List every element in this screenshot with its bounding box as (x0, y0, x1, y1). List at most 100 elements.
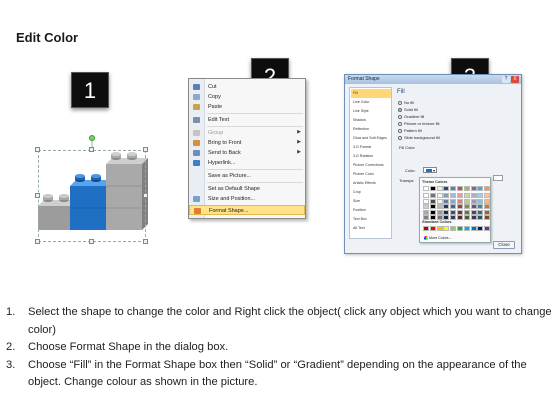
resize-handle-w[interactable] (35, 193, 40, 198)
menu-item-size-position[interactable]: Size and Position... (189, 194, 305, 204)
nav-item-crop[interactable]: Crop (351, 188, 391, 197)
nav-item-artistic-effects[interactable]: Artistic Effects (351, 179, 391, 188)
theme-color-swatch[interactable] (470, 209, 477, 215)
option-pattern-fill[interactable]: Pattern fill (398, 128, 422, 133)
menu-item-bring-to-front[interactable]: Bring to Front ▶ (189, 138, 305, 148)
color-picker-button[interactable]: ▾ (423, 167, 437, 173)
nav-item-3d-format[interactable]: 3-D Format (351, 143, 391, 152)
nav-item-picture-corrections[interactable]: Picture Corrections (351, 161, 391, 170)
theme-color-swatch[interactable] (450, 193, 457, 198)
radio-button[interactable] (398, 100, 402, 105)
theme-color-swatch[interactable] (463, 215, 470, 220)
menu-item-format-shape[interactable]: Format Shape... (189, 205, 305, 215)
theme-color-swatch[interactable] (450, 186, 457, 191)
theme-color-swatch[interactable] (429, 204, 436, 209)
nav-item-line-color[interactable]: Line Color (351, 98, 391, 107)
theme-color-swatch[interactable] (436, 186, 443, 191)
standard-color-swatch[interactable] (477, 226, 484, 231)
resize-handle-se[interactable] (143, 239, 148, 244)
nav-item-3d-rotation[interactable]: 3-D Rotation (351, 152, 391, 161)
resize-handle-e[interactable] (143, 193, 148, 198)
menu-item-edit-text[interactable]: Edit Text (189, 115, 305, 125)
theme-color-swatch[interactable] (443, 204, 450, 209)
nav-item-shadow[interactable]: Shadow (351, 116, 391, 125)
theme-color-swatch[interactable] (463, 198, 470, 204)
theme-color-swatch[interactable] (477, 209, 484, 215)
resize-handle-ne[interactable] (143, 147, 148, 152)
theme-color-swatch[interactable] (470, 193, 477, 198)
theme-color-swatch[interactable] (463, 204, 470, 209)
menu-item-cut[interactable]: Cut (189, 82, 305, 92)
close-button[interactable]: Close (493, 241, 515, 249)
theme-color-swatch[interactable] (477, 204, 484, 209)
menu-item-copy[interactable]: Copy (189, 92, 305, 102)
theme-color-swatch[interactable] (457, 204, 463, 209)
theme-color-swatch[interactable] (484, 198, 491, 204)
theme-color-swatch[interactable] (443, 209, 450, 215)
theme-color-swatch[interactable] (443, 198, 450, 204)
theme-color-swatch[interactable] (463, 186, 470, 191)
theme-color-swatch[interactable] (429, 193, 436, 198)
standard-color-swatch[interactable] (436, 226, 443, 231)
nav-item-size[interactable]: Size (351, 197, 391, 206)
option-slide-background-fill[interactable]: Slide background fill (398, 135, 440, 140)
theme-color-swatch[interactable] (484, 186, 491, 191)
theme-color-swatch[interactable] (457, 215, 463, 220)
nav-item-reflection[interactable]: Reflection (351, 125, 391, 134)
standard-color-swatch[interactable] (429, 226, 436, 231)
resize-handle-n[interactable] (89, 147, 94, 152)
menu-item-set-default-shape[interactable]: Set as Default Shape (189, 184, 305, 194)
option-picture-fill[interactable]: Picture or texture fill (398, 121, 439, 126)
theme-color-swatch[interactable] (450, 209, 457, 215)
theme-color-swatch[interactable] (477, 198, 484, 204)
standard-color-swatch[interactable] (457, 226, 463, 231)
menu-item-send-to-back[interactable]: Send to Back ▶ (189, 148, 305, 158)
theme-color-swatch[interactable] (484, 193, 491, 198)
theme-color-swatch[interactable] (429, 186, 436, 191)
standard-color-swatch[interactable] (443, 226, 450, 231)
theme-color-swatch[interactable] (470, 198, 477, 204)
theme-color-swatch[interactable] (436, 193, 443, 198)
theme-color-swatch[interactable] (436, 209, 443, 215)
radio-button[interactable] (398, 121, 402, 126)
shape-selection-box[interactable] (38, 150, 146, 242)
rotation-handle[interactable] (89, 135, 95, 141)
nav-item-fill[interactable]: Fill (351, 89, 391, 98)
standard-color-swatch[interactable] (463, 226, 470, 231)
menu-item-paste[interactable]: Paste (189, 102, 305, 112)
theme-color-swatch[interactable] (423, 204, 429, 209)
theme-color-swatch[interactable] (477, 186, 484, 191)
theme-color-swatch[interactable] (436, 204, 443, 209)
option-no-fill[interactable]: No fill (398, 100, 414, 105)
option-gradient-fill[interactable]: Gradient fill (398, 114, 424, 119)
menu-item-hyperlink[interactable]: Hyperlink... (189, 158, 305, 168)
theme-color-swatch[interactable] (477, 215, 484, 220)
theme-color-swatch[interactable] (457, 186, 463, 191)
nav-item-position[interactable]: Position (351, 206, 391, 215)
nav-item-alt-text[interactable]: Alt Text (351, 224, 391, 233)
radio-button-selected[interactable] (398, 107, 402, 112)
theme-color-swatch[interactable] (470, 186, 477, 191)
standard-color-swatch[interactable] (484, 226, 491, 231)
theme-color-swatch[interactable] (457, 193, 463, 198)
resize-handle-nw[interactable] (35, 147, 40, 152)
theme-color-swatch[interactable] (470, 204, 477, 209)
standard-color-swatch[interactable] (423, 226, 429, 231)
radio-button[interactable] (398, 114, 402, 119)
resize-handle-sw[interactable] (35, 239, 40, 244)
more-colors-option[interactable]: More Colors... (424, 236, 452, 241)
theme-color-swatch[interactable] (470, 215, 477, 220)
theme-color-swatch[interactable] (423, 198, 429, 204)
theme-color-swatch[interactable] (463, 193, 470, 198)
nav-item-line-style[interactable]: Line Style (351, 107, 391, 116)
radio-button[interactable] (398, 135, 402, 140)
dialog-close-icon[interactable]: X (511, 76, 519, 83)
theme-color-swatch[interactable] (436, 198, 443, 204)
nav-item-glow[interactable]: Glow and Soft Edges (351, 134, 391, 143)
theme-color-swatch[interactable] (477, 193, 484, 198)
theme-color-swatch[interactable] (429, 209, 436, 215)
theme-color-swatch[interactable] (429, 198, 436, 204)
theme-color-swatch[interactable] (484, 215, 491, 220)
theme-color-swatch[interactable] (423, 186, 429, 191)
theme-color-swatch[interactable] (484, 204, 491, 209)
